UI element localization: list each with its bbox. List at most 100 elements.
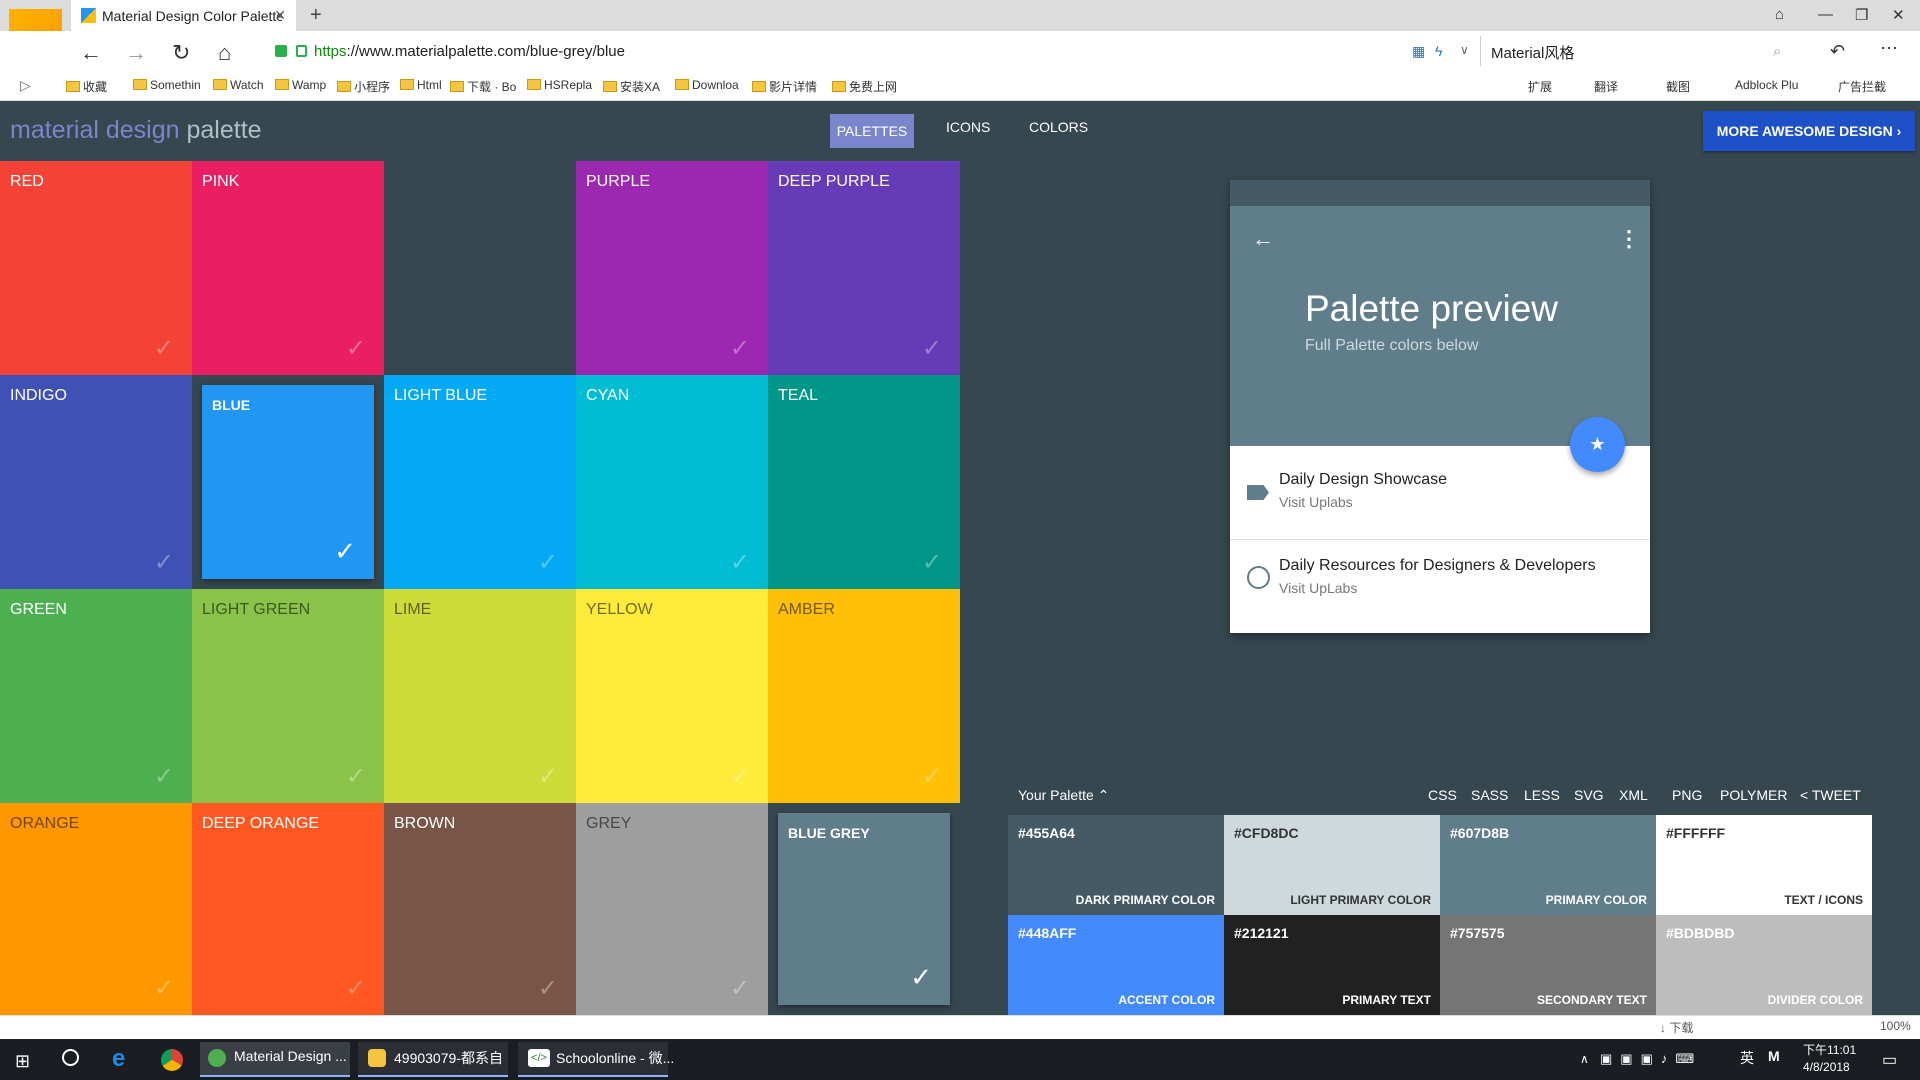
bookmark-item[interactable]: HSRepla — [527, 78, 592, 92]
more-vert-icon[interactable]: ⋮ — [1618, 226, 1640, 252]
close-window-icon[interactable]: ✕ — [1892, 6, 1905, 24]
more-icon[interactable]: ⋯ — [1880, 38, 1898, 59]
preview-item-title[interactable]: Daily Resources for Designers & Develope… — [1279, 557, 1596, 575]
color-tile[interactable]: LIGHT GREEN ✓ — [192, 589, 384, 803]
maximize-icon[interactable]: ❐ — [1855, 6, 1868, 24]
reload-icon[interactable]: ↻ — [172, 40, 190, 66]
chevron-down-icon[interactable]: ∨ — [1460, 43, 1469, 57]
export-tweet-button[interactable]: < TWEET — [1800, 787, 1861, 803]
qr-icon[interactable]: ▦ — [1412, 43, 1425, 60]
export-sass-button[interactable]: SASS — [1471, 787, 1508, 803]
palette-swatch[interactable]: #FFFFFF TEXT / ICONS — [1656, 815, 1872, 915]
color-tile[interactable]: GREEN ✓ — [0, 589, 192, 803]
extension-item[interactable]: 截图 — [1666, 78, 1690, 95]
extension-item[interactable]: 广告拦截 — [1838, 78, 1886, 95]
lightning-icon[interactable]: ϟ — [1435, 43, 1442, 59]
minimize-icon[interactable]: — — [1818, 6, 1833, 23]
ime-indicator[interactable]: 英 — [1740, 1048, 1754, 1068]
bookmark-item[interactable]: 小程序 — [337, 78, 390, 95]
color-tile[interactable]: BROWN ✓ — [384, 803, 576, 1015]
sidebar-toggle-icon[interactable]: ▷ — [20, 77, 31, 94]
close-tab-icon[interactable]: ✕ — [274, 7, 286, 24]
palette-swatch[interactable]: #CFD8DC LIGHT PRIMARY COLOR — [1224, 815, 1440, 915]
bookmark-item[interactable]: 安装XA — [603, 78, 660, 95]
color-tile[interactable]: BLUE GREY ✓ — [768, 803, 960, 1015]
preview-item-subtitle[interactable]: Visit UpLabs — [1279, 580, 1357, 596]
palette-swatch[interactable]: #BDBDBD DIVIDER COLOR — [1656, 915, 1872, 1015]
search-icon[interactable]: ⌕ — [1773, 43, 1781, 60]
color-tile[interactable]: ORANGE ✓ — [0, 803, 192, 1015]
swatch-name: TEXT / ICONS — [1784, 893, 1863, 907]
color-tile[interactable]: TEAL ✓ — [768, 375, 960, 589]
clock-date[interactable]: 4/8/2018 — [1803, 1060, 1850, 1074]
tray-icons[interactable]: ▣▣▣♪⌨ — [1600, 1051, 1702, 1067]
color-tile[interactable]: AMBER ✓ — [768, 589, 960, 803]
bookmark-item[interactable]: Wamp — [275, 78, 326, 92]
arrow-back-icon[interactable]: ← — [1252, 226, 1274, 252]
palette-swatch[interactable]: #607D8B PRIMARY COLOR — [1440, 815, 1656, 915]
color-tile[interactable]: YELLOW ✓ — [576, 589, 768, 803]
download-label[interactable]: ↓ 下载 — [1660, 1019, 1693, 1036]
cortana-icon[interactable] — [62, 1049, 79, 1066]
color-tile[interactable]: PURPLE ✓ — [576, 161, 768, 375]
extension-item[interactable]: 翻译 — [1594, 78, 1618, 95]
checkmark-icon: ✓ — [729, 763, 750, 790]
palette-swatch[interactable]: #212121 PRIMARY TEXT — [1224, 915, 1440, 1015]
bookmark-item[interactable]: Html — [400, 78, 442, 92]
search-input[interactable]: Material风格 — [1480, 36, 1790, 66]
export-xml-button[interactable]: XML — [1619, 787, 1648, 803]
color-tile[interactable]: INDIGO ✓ — [0, 375, 192, 589]
clock-time[interactable]: 下午11:01 — [1803, 1041, 1856, 1058]
color-tile[interactable]: LIME ✓ — [384, 589, 576, 803]
nav-colors[interactable]: COLORS — [1029, 119, 1088, 135]
bookmark-item[interactable]: Watch — [213, 78, 264, 92]
edge-icon[interactable]: e — [112, 1045, 125, 1073]
export-png-button[interactable]: PNG — [1672, 787, 1702, 803]
color-tile[interactable]: CYAN ✓ — [576, 375, 768, 589]
bookmark-item[interactable]: Somethin — [133, 78, 201, 92]
palette-swatch[interactable]: #455A64 DARK PRIMARY COLOR — [1008, 815, 1224, 915]
home-icon[interactable]: ⌂ — [218, 40, 231, 66]
bookmark-item[interactable]: 收藏 — [66, 78, 107, 95]
extension-item[interactable]: Adblock Plu — [1735, 78, 1798, 92]
shirt-icon[interactable]: ⌂ — [1775, 6, 1784, 23]
chrome-icon[interactable] — [161, 1049, 183, 1071]
nav-icons[interactable]: ICONS — [946, 119, 990, 135]
your-palette-toggle[interactable]: Your Palette ⌃ — [1018, 787, 1109, 804]
zoom-level[interactable]: 100% — [1880, 1019, 1911, 1033]
color-tile[interactable]: PINK ✓ — [192, 161, 384, 375]
palette-swatch[interactable]: #757575 SECONDARY TEXT — [1440, 915, 1656, 1015]
color-tile[interactable]: GREY ✓ — [576, 803, 768, 1015]
new-tab-icon[interactable]: + — [310, 4, 322, 27]
bookmark-item[interactable]: 下载 · Bo — [450, 78, 516, 95]
forward-icon[interactable]: → — [125, 40, 147, 66]
star-fab-button[interactable]: ★ — [1570, 417, 1625, 472]
ime-mode-icon[interactable]: M — [1768, 1048, 1780, 1064]
url-field[interactable]: https://www.materialpalette.com/blue-gre… — [314, 43, 625, 60]
color-tile[interactable]: BLUE ✓ — [192, 375, 384, 589]
preview-item-title[interactable]: Daily Design Showcase — [1279, 471, 1447, 489]
windows-start-icon[interactable]: ⊞ — [15, 1051, 30, 1072]
bookmark-item[interactable]: 免费上网 — [832, 78, 897, 95]
color-tile[interactable]: DEEP ORANGE ✓ — [192, 803, 384, 1015]
browser-tab[interactable]: Material Design Color Palette ✕ — [71, 0, 296, 31]
color-tile[interactable]: RED ✓ — [0, 161, 192, 375]
site-brand[interactable]: material design palette — [10, 116, 262, 145]
bookmark-item[interactable]: Downloa — [675, 78, 739, 92]
export-less-button[interactable]: LESS — [1524, 787, 1560, 803]
preview-item-subtitle[interactable]: Visit Uplabs — [1279, 494, 1353, 510]
color-tile[interactable]: LIGHT BLUE ✓ — [384, 375, 576, 589]
undo-icon[interactable]: ↶ — [1830, 41, 1845, 62]
more-awesome-design-button[interactable]: MORE AWESOME DESIGN › — [1703, 111, 1915, 151]
palette-swatch[interactable]: #448AFF ACCENT COLOR — [1008, 915, 1224, 1015]
tray-chevron-icon[interactable]: ∧ — [1580, 1052, 1589, 1066]
export-polymer-button[interactable]: POLYMER — [1720, 787, 1787, 803]
export-svg-button[interactable]: SVG — [1574, 787, 1604, 803]
back-icon[interactable]: ← — [80, 40, 102, 66]
notification-icon[interactable]: ▭ — [1882, 1050, 1897, 1070]
color-tile[interactable]: DEEP PURPLE ✓ — [768, 161, 960, 375]
nav-palettes[interactable]: PALETTES — [830, 114, 914, 148]
extension-item[interactable]: 扩展 — [1528, 78, 1552, 95]
export-css-button[interactable]: CSS — [1428, 787, 1457, 803]
bookmark-item[interactable]: 影片详情 — [752, 78, 817, 95]
